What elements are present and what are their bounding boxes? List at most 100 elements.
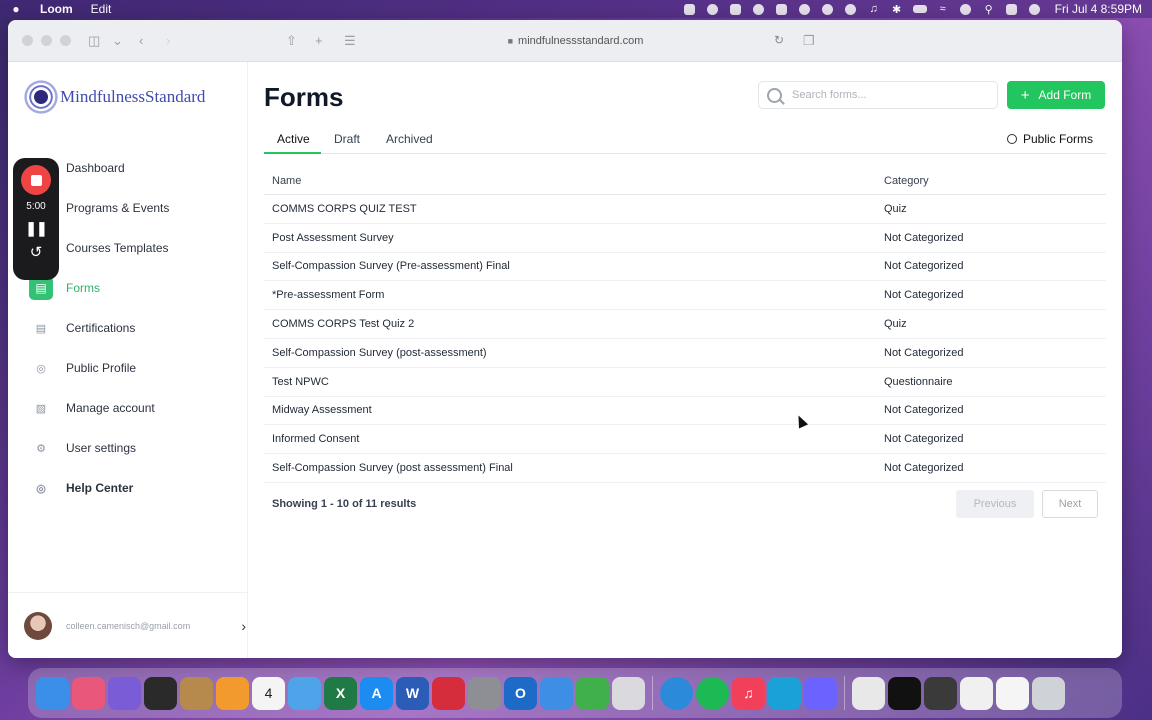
pause-icon[interactable]: ❚❚ — [25, 220, 47, 237]
form-name[interactable]: Self-Compassion Survey (post assessment)… — [264, 462, 876, 474]
app-store-icon[interactable]: A — [360, 676, 393, 710]
zoom-window-button[interactable] — [60, 35, 71, 46]
outlook-icon[interactable]: O — [504, 676, 537, 710]
control-center-icon[interactable] — [1005, 3, 1019, 15]
menu-edit[interactable]: Edit — [91, 2, 112, 16]
wifi-icon[interactable]: ≈ — [936, 3, 950, 15]
minimized-window-icon[interactable] — [960, 676, 993, 710]
siri-app-icon[interactable] — [108, 676, 141, 710]
close-window-button[interactable] — [22, 35, 33, 46]
brand-logo[interactable]: MindfulnessStandard — [24, 80, 205, 114]
facetime-icon[interactable] — [576, 676, 609, 710]
user-account-row[interactable]: colleen.camenisch@gmail.com › — [8, 592, 248, 658]
form-name[interactable]: COMMS CORPS Test Quiz 2 — [264, 318, 876, 330]
finder-icon[interactable] — [36, 676, 69, 710]
table-row[interactable]: Self-Compassion Survey (post-assessment)… — [264, 339, 1106, 368]
previous-page-button[interactable]: Previous — [956, 490, 1034, 518]
tab-active[interactable]: Active — [277, 132, 310, 146]
menu-datetime[interactable]: Fri Jul 4 8:59PM — [1055, 2, 1142, 16]
restart-icon[interactable]: ↺ — [30, 243, 43, 261]
form-name[interactable]: *Pre-assessment Form — [264, 289, 876, 301]
spotify-icon[interactable] — [696, 676, 729, 710]
screen-icon[interactable] — [683, 3, 697, 15]
record-icon[interactable] — [798, 3, 812, 15]
new-tab-icon[interactable]: + — [315, 33, 323, 48]
sidebar-item-help-center[interactable]: ◎ Help Center — [26, 468, 238, 508]
menu-app-name[interactable]: Loom — [40, 2, 73, 16]
sidebar-toggle-icon[interactable]: ◫ — [88, 33, 100, 49]
security-app-icon[interactable] — [432, 676, 465, 710]
table-row[interactable]: COMMS CORPS QUIZ TEST Quiz — [264, 195, 1106, 224]
table-row[interactable]: Self-Compassion Survey (post assessment)… — [264, 454, 1106, 483]
tabs-overview-icon[interactable]: ❐ — [803, 33, 815, 49]
stop-recording-button[interactable] — [21, 165, 51, 195]
reload-icon[interactable]: ↻ — [774, 33, 784, 47]
edge-icon[interactable] — [768, 676, 801, 710]
column-header-name[interactable]: Name — [264, 175, 876, 187]
form-name[interactable]: Self-Compassion Survey (Pre-assessment) … — [264, 260, 876, 272]
malwarebytes-icon[interactable] — [775, 3, 789, 15]
word-icon[interactable]: W — [396, 676, 429, 710]
spotlight-icon[interactable]: ⚲ — [982, 3, 996, 16]
form-name[interactable]: Self-Compassion Survey (post-assessment) — [264, 347, 876, 359]
eye-icon[interactable] — [752, 3, 766, 15]
next-page-button[interactable]: Next — [1042, 490, 1098, 518]
search-input[interactable]: Search forms... — [758, 81, 998, 109]
table-row[interactable]: Post Assessment Survey Not Categorized — [264, 224, 1106, 253]
table-row[interactable]: *Pre-assessment Form Not Categorized — [264, 281, 1106, 311]
form-name[interactable]: COMMS CORPS QUIZ TEST — [264, 203, 876, 215]
apple-icon[interactable]: ● — [10, 2, 22, 16]
bluetooth-icon[interactable]: ✱ — [890, 3, 904, 16]
minimized-window-icon[interactable] — [996, 676, 1029, 710]
back-icon[interactable]: ‹ — [139, 33, 143, 48]
share-icon[interactable]: ⇧ — [286, 33, 297, 49]
siri-icon[interactable] — [1028, 3, 1042, 15]
sidebar-item-manage-account[interactable]: ▧ Manage account — [26, 388, 238, 428]
iphone-mirroring-icon[interactable] — [612, 676, 645, 710]
loom-app-icon[interactable] — [804, 676, 837, 710]
time-machine-icon[interactable] — [821, 3, 835, 15]
minimize-window-button[interactable] — [41, 35, 52, 46]
table-row[interactable]: COMMS CORPS Test Quiz 2 Quiz — [264, 310, 1106, 339]
system-settings-icon[interactable] — [468, 676, 501, 710]
sidebar-item-certifications[interactable]: ▤ Certifications — [26, 308, 238, 348]
chevron-right-icon[interactable]: › — [241, 618, 246, 634]
address-bar[interactable]: ■ mindfulnessstandard.com — [353, 30, 798, 52]
table-row[interactable]: Test NPWC Questionnaire — [264, 368, 1106, 397]
tab-archived[interactable]: Archived — [386, 132, 433, 146]
add-form-button[interactable]: + Add Form — [1007, 81, 1105, 109]
table-row[interactable]: Midway Assessment Not Categorized — [264, 397, 1106, 426]
chatgpt-icon[interactable] — [660, 676, 693, 710]
table-row[interactable]: Informed Consent Not Categorized — [264, 425, 1106, 455]
table-row[interactable]: Self-Compassion Survey (Pre-assessment) … — [264, 253, 1106, 282]
play-icon[interactable] — [844, 3, 858, 15]
maps-icon[interactable] — [288, 676, 321, 710]
camera-icon[interactable] — [706, 3, 720, 15]
sidebar-item-user-settings[interactable]: ⚙ User settings — [26, 428, 238, 468]
books-icon[interactable] — [216, 676, 249, 710]
form-name[interactable]: Midway Assessment — [264, 404, 876, 416]
public-forms-link[interactable]: Public Forms — [1006, 132, 1093, 146]
chevron-down-icon[interactable]: ⌄ — [112, 33, 123, 49]
minimized-window-icon[interactable] — [852, 676, 885, 710]
volume-icon[interactable]: ♫ — [867, 3, 881, 15]
launchpad-icon[interactable] — [72, 676, 105, 710]
minimized-window-icon[interactable] — [924, 676, 957, 710]
safari-icon[interactable] — [540, 676, 573, 710]
trash-icon[interactable] — [1032, 676, 1065, 710]
sidebar-item-forms[interactable]: ▤ Forms — [26, 268, 238, 308]
app-status-icon[interactable] — [729, 3, 743, 15]
form-name[interactable]: Informed Consent — [264, 433, 876, 445]
column-header-category[interactable]: Category — [876, 175, 1106, 187]
excel-icon[interactable]: X — [324, 676, 357, 710]
calendar-app-icon[interactable]: 4 — [252, 676, 285, 710]
forward-icon[interactable]: › — [166, 33, 170, 48]
form-name[interactable]: Post Assessment Survey — [264, 232, 876, 244]
user-icon[interactable] — [959, 3, 973, 15]
sidebar-item-public-profile[interactable]: ◎ Public Profile — [26, 348, 238, 388]
mission-control-icon[interactable] — [144, 676, 177, 710]
minimized-window-icon[interactable] — [888, 676, 921, 710]
form-name[interactable]: Test NPWC — [264, 376, 876, 388]
tab-draft[interactable]: Draft — [334, 132, 360, 146]
music-icon[interactable]: ♫ — [732, 676, 765, 710]
